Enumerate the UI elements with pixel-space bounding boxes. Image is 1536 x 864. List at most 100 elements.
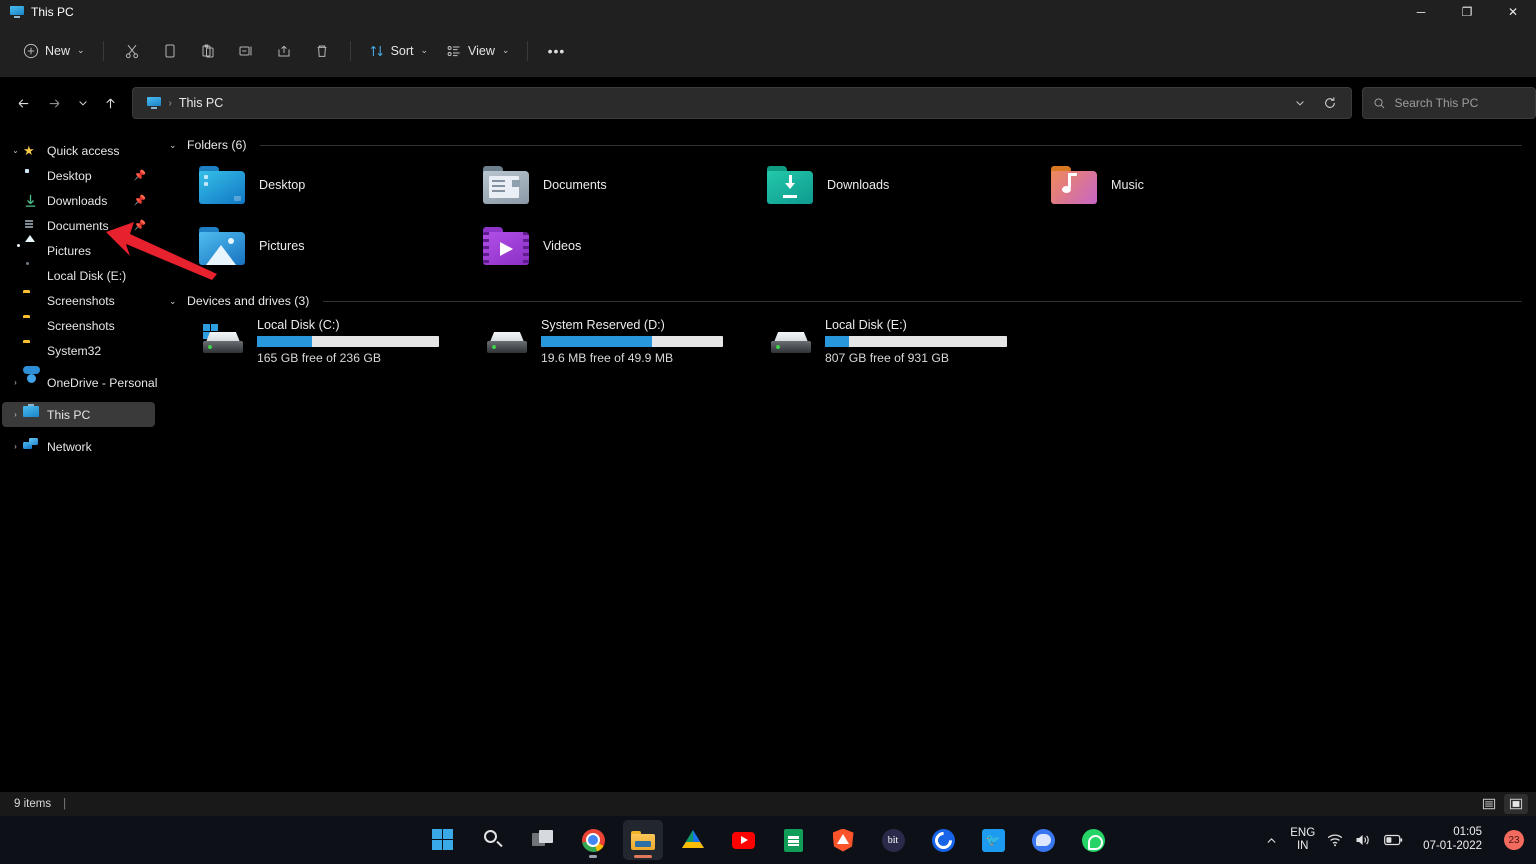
window-title-bar: This PC ─ ❐ ✕ bbox=[0, 0, 1536, 24]
sort-button[interactable]: Sort ⌄ bbox=[360, 35, 437, 67]
rename-button[interactable] bbox=[227, 35, 265, 67]
breadcrumb-item-this-pc[interactable]: This PC bbox=[179, 96, 223, 110]
sidebar-item-local-disk-e[interactable]: Local Disk (E:) bbox=[2, 263, 155, 288]
desktop-folder-icon bbox=[199, 165, 245, 204]
chevron-down-icon[interactable]: ⌄ bbox=[8, 146, 23, 155]
sidebar-item-label: Documents bbox=[47, 218, 109, 233]
chrome-button[interactable] bbox=[573, 820, 613, 860]
language-line2: IN bbox=[1296, 840, 1309, 852]
capacity-bar bbox=[257, 336, 439, 347]
sheets-button[interactable] bbox=[773, 820, 813, 860]
chevron-down-icon[interactable]: ⌄ bbox=[169, 296, 179, 307]
bit-button[interactable]: bit bbox=[873, 820, 913, 860]
twitter-button[interactable] bbox=[973, 820, 1013, 860]
minimize-button[interactable]: ─ bbox=[1398, 0, 1444, 24]
address-bar[interactable]: › This PC bbox=[132, 87, 1353, 119]
volume-button[interactable] bbox=[1349, 820, 1378, 860]
desktop-folder-icon bbox=[23, 167, 40, 184]
window-controls: ─ ❐ ✕ bbox=[1398, 0, 1536, 24]
delete-button[interactable] bbox=[303, 35, 341, 67]
clock-button[interactable]: 01:05 07-01-2022 bbox=[1409, 820, 1496, 860]
address-dropdown-button[interactable] bbox=[1285, 88, 1315, 118]
signal-button[interactable] bbox=[1023, 820, 1063, 860]
cortana-button[interactable] bbox=[923, 820, 963, 860]
brave-button[interactable] bbox=[823, 820, 863, 860]
clipboard-icon bbox=[202, 44, 214, 57]
folder-item-videos[interactable]: Videos bbox=[477, 223, 761, 268]
drive-item-local-disk-c[interactable]: Local Disk (C:) 165 GB free of 236 GB bbox=[193, 316, 477, 365]
sidebar-item-network[interactable]: › Network bbox=[2, 434, 155, 459]
pin-icon[interactable]: 📌 bbox=[134, 170, 146, 181]
battery-button[interactable] bbox=[1378, 820, 1409, 860]
copy-button[interactable] bbox=[151, 35, 189, 67]
share-button[interactable] bbox=[265, 35, 303, 67]
paste-button[interactable] bbox=[189, 35, 227, 67]
language-indicator[interactable]: ENG IN bbox=[1284, 820, 1321, 860]
view-button[interactable]: View ⌄ bbox=[437, 35, 518, 67]
details-view-icon bbox=[1482, 798, 1496, 810]
drive-item-local-disk-e[interactable]: Local Disk (E:) 807 GB free of 931 GB bbox=[761, 316, 1045, 365]
file-list-view: ⌄ Folders (6) Desktop Documents Download… bbox=[157, 130, 1536, 792]
large-icons-view-button[interactable] bbox=[1504, 794, 1528, 814]
file-explorer-button[interactable] bbox=[623, 820, 663, 860]
search-button[interactable] bbox=[473, 820, 513, 860]
details-view-button[interactable] bbox=[1477, 794, 1501, 814]
new-button[interactable]: New ⌄ bbox=[14, 35, 94, 67]
sidebar-item-this-pc[interactable]: › This PC bbox=[2, 402, 155, 427]
up-button[interactable] bbox=[95, 87, 126, 119]
folder-item-documents[interactable]: Documents bbox=[477, 162, 761, 207]
chevron-right-icon[interactable]: › bbox=[8, 442, 23, 451]
maximize-button[interactable]: ❐ bbox=[1444, 0, 1490, 24]
sidebar-item-onedrive[interactable]: › OneDrive - Personal bbox=[2, 366, 157, 395]
star-icon: ★ bbox=[23, 143, 35, 158]
forward-button[interactable] bbox=[39, 87, 70, 119]
recent-locations-button[interactable] bbox=[70, 87, 95, 119]
back-button[interactable] bbox=[8, 87, 39, 119]
whatsapp-button[interactable] bbox=[1073, 820, 1113, 860]
sidebar-item-system32[interactable]: System32 bbox=[2, 338, 155, 363]
folder-icon bbox=[23, 292, 40, 309]
folder-item-pictures[interactable]: Pictures bbox=[193, 223, 477, 268]
sidebar-group-quick-access[interactable]: ⌄ ★ Quick access bbox=[2, 138, 155, 163]
sidebar-item-screenshots-2[interactable]: Screenshots bbox=[2, 313, 155, 338]
monitor-icon bbox=[10, 6, 24, 18]
capacity-bar-fill bbox=[257, 336, 312, 347]
chevron-right-icon[interactable]: › bbox=[8, 378, 23, 387]
search-input[interactable]: Search This PC bbox=[1394, 96, 1478, 110]
drive-item-system-reserved-d[interactable]: System Reserved (D:) 19.6 MB free of 49.… bbox=[477, 316, 761, 365]
chevron-down-icon[interactable]: ⌄ bbox=[169, 140, 179, 151]
sidebar-item-label: System32 bbox=[47, 343, 102, 358]
sidebar-item-label: This PC bbox=[47, 407, 91, 422]
pin-icon[interactable]: 📌 bbox=[134, 195, 146, 206]
notification-center-button[interactable]: 23 bbox=[1496, 820, 1528, 860]
folder-item-desktop[interactable]: Desktop bbox=[193, 162, 477, 207]
start-button[interactable] bbox=[423, 820, 463, 860]
cut-button[interactable] bbox=[113, 35, 151, 67]
more-options-button[interactable]: ••• bbox=[537, 35, 575, 67]
refresh-button[interactable] bbox=[1315, 88, 1345, 118]
search-box[interactable]: Search This PC bbox=[1362, 87, 1536, 119]
pictures-folder-icon bbox=[199, 226, 245, 265]
youtube-button[interactable] bbox=[723, 820, 763, 860]
google-drive-button[interactable] bbox=[673, 820, 713, 860]
capacity-bar-fill bbox=[825, 336, 849, 347]
sidebar-item-downloads[interactable]: Downloads 📌 bbox=[2, 188, 155, 213]
folder-icon bbox=[23, 317, 40, 334]
tray-overflow-button[interactable] bbox=[1259, 820, 1284, 860]
drives-group-header[interactable]: ⌄ Devices and drives (3) bbox=[157, 286, 1536, 308]
wifi-button[interactable] bbox=[1321, 820, 1349, 860]
sidebar-item-desktop[interactable]: Desktop 📌 bbox=[2, 163, 155, 188]
drive-free-space: 19.6 MB free of 49.9 MB bbox=[541, 351, 674, 365]
drive-icon bbox=[23, 267, 40, 284]
task-view-button[interactable] bbox=[523, 820, 563, 860]
pin-icon[interactable]: 📌 bbox=[134, 220, 146, 231]
breadcrumb[interactable]: › This PC bbox=[139, 96, 223, 110]
folders-group-header[interactable]: ⌄ Folders (6) bbox=[157, 130, 1536, 152]
sidebar-item-pictures[interactable]: Pictures bbox=[2, 238, 155, 263]
folder-item-downloads[interactable]: Downloads bbox=[761, 162, 1045, 207]
chevron-right-icon[interactable]: › bbox=[8, 410, 23, 419]
folder-item-music[interactable]: Music bbox=[1045, 162, 1329, 207]
close-button[interactable]: ✕ bbox=[1490, 0, 1536, 24]
documents-folder-icon bbox=[483, 165, 529, 204]
sidebar-item-screenshots-1[interactable]: Screenshots bbox=[2, 288, 155, 313]
